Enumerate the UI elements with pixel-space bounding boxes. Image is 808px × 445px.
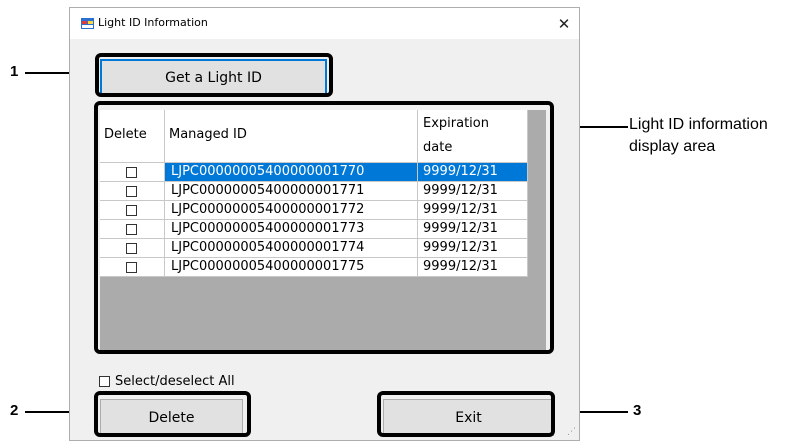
window-title: Light ID Information bbox=[98, 16, 208, 29]
close-icon[interactable]: ✕ bbox=[549, 8, 579, 39]
checkbox-unchecked-icon[interactable] bbox=[99, 376, 110, 387]
callout-box-delete bbox=[94, 391, 251, 437]
app-window-icon bbox=[81, 18, 94, 29]
annotation-line-2: display area bbox=[629, 138, 716, 155]
select-all-label: Select/deselect All bbox=[115, 374, 235, 389]
callout-number-1: 1 bbox=[10, 63, 19, 80]
annotation-line-1: Light ID information bbox=[629, 116, 768, 133]
callout-box-display-area bbox=[94, 101, 554, 354]
display-area-annotation: Light ID information display area bbox=[629, 114, 768, 158]
select-all-checkbox[interactable]: Select/deselect All bbox=[99, 374, 235, 389]
callout-box-exit bbox=[377, 391, 555, 437]
title-bar: Light ID Information ✕ bbox=[70, 8, 579, 39]
resize-grip-icon[interactable]: ⋰ bbox=[567, 427, 576, 437]
callout-number-2: 2 bbox=[10, 402, 19, 419]
callout-number-3: 3 bbox=[633, 402, 642, 419]
callout-box-get-light-id bbox=[95, 53, 333, 97]
